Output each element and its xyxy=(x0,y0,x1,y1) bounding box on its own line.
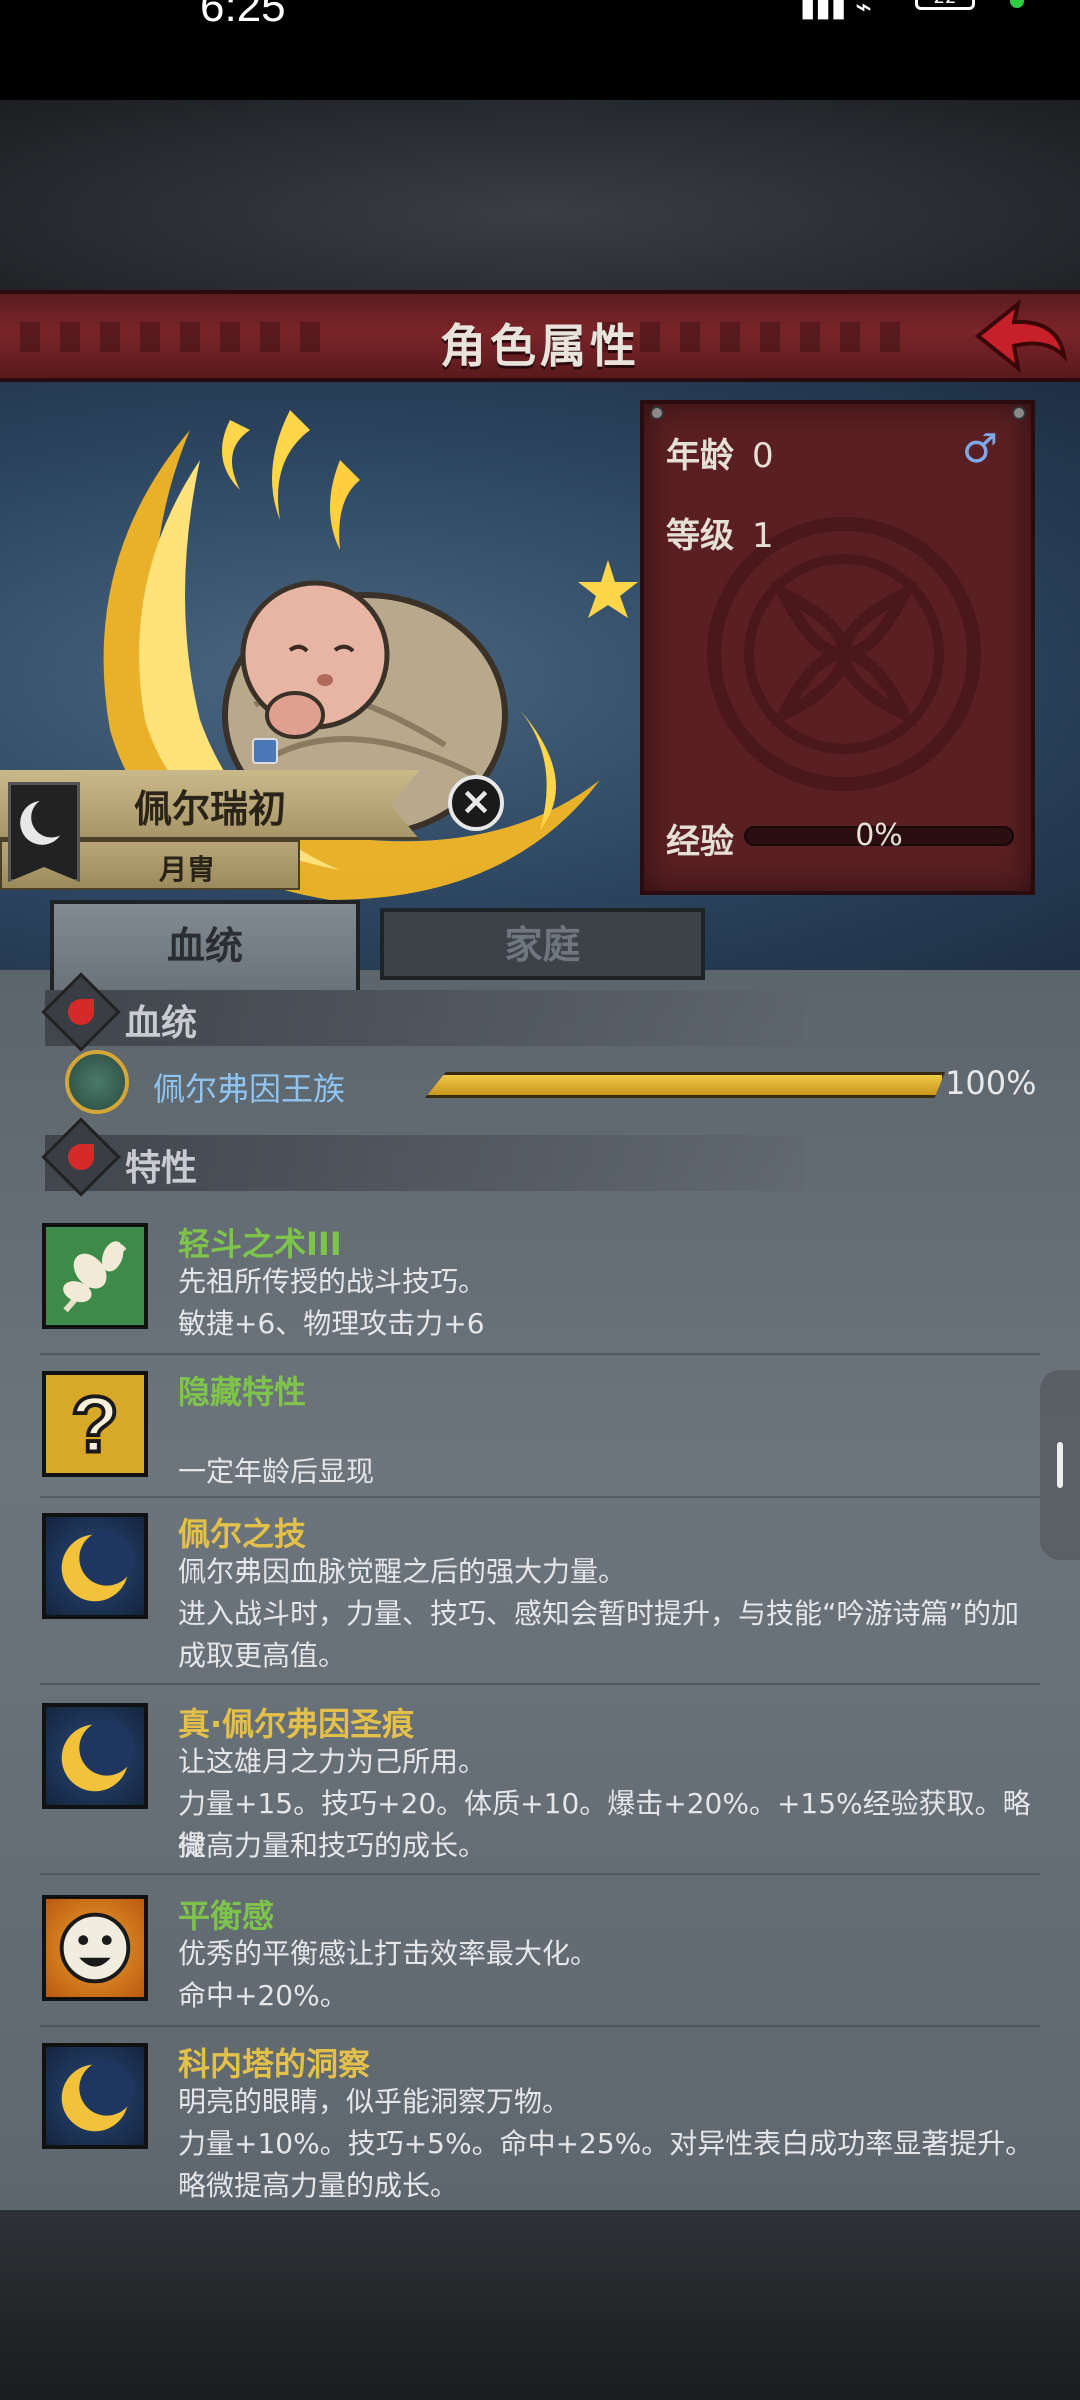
stats-panel: 年龄 0 ♂ 等级 1 经验 0% xyxy=(640,400,1035,895)
trait-description-line: 力量+15。技巧+20。体质+10。爆击+20%。+15%经验获取。略微 xyxy=(178,1787,1031,1862)
trait-row[interactable]: ? 隐藏特性一定年龄后显现 xyxy=(40,1363,1040,1498)
level-row: 等级 1 xyxy=(666,508,774,557)
bloodline-row[interactable]: 佩尔弗因王族 100% xyxy=(65,1050,1037,1120)
age-row: 年龄 0 xyxy=(666,428,774,477)
character-subtitle: 月胄 xyxy=(158,853,215,886)
page-title: 角色属性 xyxy=(440,319,640,373)
moon-icon xyxy=(42,1703,148,1809)
trait-name: 科内塔的洞察 xyxy=(178,2045,371,2083)
moon-icon xyxy=(42,1513,148,1619)
svg-text:?: ? xyxy=(71,1380,119,1468)
trait-description-line: 略微提高力量的成长。 xyxy=(178,2169,459,2202)
trait-description-line: 优秀的平衡感让打击效率最大化。 xyxy=(178,1937,599,1970)
title-bar: 角色属性 xyxy=(0,290,1080,382)
smile-icon xyxy=(42,1895,148,2001)
panel-pin xyxy=(1012,406,1026,420)
top-backdrop xyxy=(0,100,1080,290)
trait-description-line: 明亮的眼睛，似乎能洞察万物。 xyxy=(178,2085,571,2118)
age-value: 0 xyxy=(752,436,774,476)
side-drag-handle[interactable] xyxy=(1040,1370,1080,1560)
trait-description-line: 敏捷+6、物理攻击力+6 xyxy=(178,1307,485,1340)
trait-row[interactable]: 佩尔之技 佩尔弗因血脉觉醒之后的强大力量。进入战斗时，力量、技巧、感知会暂时提升，… xyxy=(40,1505,1040,1685)
trait-description: 明亮的眼睛，似乎能洞察万物。力量+10%。技巧+5%。命中+25%。对异性表白成… xyxy=(178,2081,1058,2207)
trait-description-line: 一定年龄后显现 xyxy=(178,1455,375,1488)
trait-description: 一定年龄后显现 xyxy=(178,1409,1058,1493)
age-label: 年龄 xyxy=(666,436,734,476)
trait-name: 佩尔之技 xyxy=(178,1515,307,1553)
character-name: 佩尔瑞初 xyxy=(133,787,286,831)
back-arrow-icon[interactable] xyxy=(970,296,1070,376)
trait-name: 隐藏特性 xyxy=(178,1373,307,1411)
tab-bloodline[interactable]: 血统 xyxy=(50,900,360,990)
exp-label: 经验 xyxy=(666,822,734,862)
signal-icon: ▮▮▮ ⌁ xyxy=(800,0,872,23)
trait-description-line xyxy=(178,1409,1058,1451)
moon-emblem-icon xyxy=(8,782,80,882)
trait-description-line: 成取更高值。 xyxy=(178,1639,347,1672)
trait-description-line: 先祖所传授的战斗技巧。 xyxy=(178,1265,487,1298)
bloodline-section-header: 血统 xyxy=(41,972,805,1052)
tab-bar: 血统 家庭 xyxy=(50,900,705,990)
leaf-icon xyxy=(42,1223,148,1329)
question-icon: ? xyxy=(42,1371,148,1477)
status-time: 6:25 xyxy=(200,0,286,31)
traits-section-header: 特性 xyxy=(41,1117,805,1197)
male-gender-icon: ♂ xyxy=(962,426,998,472)
trait-description-line: 进入战斗时，力量、技巧、感知会暂时提升，与技能“吟游诗篇”的加 xyxy=(178,1597,1020,1630)
level-value: 1 xyxy=(752,516,774,556)
trait-description-line: 命中+20%。 xyxy=(178,1979,348,2012)
charging-dot xyxy=(1010,0,1024,8)
moon-icon xyxy=(42,2043,148,2149)
bloodline-purity-bar xyxy=(425,1072,945,1098)
exp-progress-bar: 0% xyxy=(744,818,1014,853)
trait-description: 先祖所传授的战斗技巧。 敏捷+6、物理攻击力+6 xyxy=(178,1261,1058,1345)
panel-pin xyxy=(650,406,664,420)
level-label: 等级 xyxy=(666,516,734,556)
battery-icon: 22 xyxy=(915,0,975,10)
laurel-crest-icon xyxy=(65,1050,129,1114)
tab-family[interactable]: 家庭 xyxy=(380,908,705,980)
trait-description: 优秀的平衡感让打击效率最大化。 命中+20%。 xyxy=(178,1933,1058,2017)
trait-name: 平衡感 xyxy=(178,1897,275,1935)
trait-description-line: 力量+10%。技巧+5%。命中+25%。对异性表白成功率显著提升。 xyxy=(178,2127,1034,2160)
close-icon[interactable]: × xyxy=(448,775,504,831)
exp-value: 0% xyxy=(855,818,903,853)
trait-name: 轻斗之术III xyxy=(178,1225,342,1263)
trait-row[interactable]: 真·佩尔弗因圣痕 让这雄月之力为己所用。力量+15。技巧+20。体质+10。爆击+… xyxy=(40,1695,1040,1875)
trait-name: 真·佩尔弗因圣痕 xyxy=(178,1705,415,1743)
trait-description-line: 提高力量和技巧的成长。 xyxy=(178,1829,487,1862)
bottom-backdrop xyxy=(0,2210,1080,2400)
trait-row[interactable]: 科内塔的洞察 明亮的眼睛，似乎能洞察万物。力量+10%。技巧+5%。命中+25%。… xyxy=(40,2035,1040,2235)
bloodline-name: 佩尔弗因王族 xyxy=(153,1070,346,1108)
crescent-icon xyxy=(20,797,72,845)
trait-row[interactable]: 轻斗之术III 先祖所传授的战斗技巧。 敏捷+6、物理攻击力+6 xyxy=(40,1215,1040,1355)
bloodline-section-title: 血统 xyxy=(125,1003,198,1044)
trait-description-line: 让这雄月之力为己所用。 xyxy=(178,1745,487,1778)
trait-row[interactable]: 平衡感 优秀的平衡感让打击效率最大化。 命中+20%。 xyxy=(40,1887,1040,2027)
trait-description: 让这雄月之力为己所用。力量+15。技巧+20。体质+10。爆击+20%。+15%… xyxy=(178,1741,1058,1867)
trait-description: 佩尔弗因血脉觉醒之后的强大力量。进入战斗时，力量、技巧、感知会暂时提升，与技能“… xyxy=(178,1551,1058,1677)
house-badge-icon xyxy=(252,738,278,764)
bloodline-percent: 100% xyxy=(945,1064,1037,1102)
traits-section-title: 特性 xyxy=(125,1148,198,1189)
trait-description-line: 佩尔弗因血脉觉醒之后的强大力量。 xyxy=(178,1555,627,1588)
status-bar: 6:25 ▮▮▮ ⌁ 22 xyxy=(0,0,1080,100)
